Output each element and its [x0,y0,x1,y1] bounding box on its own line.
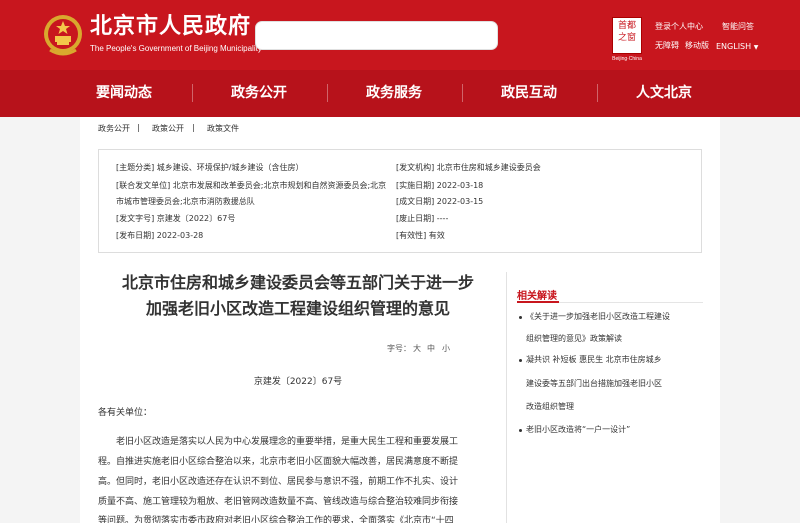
salutation: 各有关单位： [98,408,153,418]
heading-underline [517,301,559,303]
document-title: 北京市住房和城乡建设委员会等五部门关于进一步 加强老旧小区改造工程建设组织管理的… [98,270,498,322]
document-title-line-1: 北京市住房和城乡建设委员会等五部门关于进一步 [121,273,474,292]
nav-item-interaction[interactable]: 政民互动 [501,70,557,117]
nav-item-gov-affairs[interactable]: 政务公开 [231,70,287,117]
mobile-link[interactable]: 移动版 [685,41,709,51]
site-header: 北京市人民政府 The People's Government of Beiji… [0,0,800,70]
capital-window-seal-icon[interactable]: 首都 之窗 [612,17,642,54]
breadcrumb-policy[interactable]: 政策公开 [152,123,184,134]
bullet-icon [519,359,522,362]
nav-divider [597,84,598,102]
related-item-1-line-2[interactable]: 组织管理的意见》政策解读 [526,334,622,344]
site-subtitle: The People's Government of Beijing Munic… [90,44,262,53]
document-number: 京建发〔2022〕67号 [253,377,343,387]
english-label: ENGLISH [716,42,752,51]
meta-topic: [主题分类] 城乡建设、环境保护/城乡建设（含住房） [116,163,304,172]
nav-item-news[interactable]: 要闻动态 [96,70,152,117]
seal-text-2: 之窗 [617,33,636,43]
breadcrumb-separator: | [192,123,195,132]
nav-item-services[interactable]: 政务服务 [366,70,422,117]
meta-publish-date: [发布日期] 2022-03-28 [116,231,204,240]
paragraph-line: 程。自推进实施老旧小区综合整治以来，北京市老旧小区面貌大幅改善，居民满意度不断提 [98,457,459,467]
nav-divider [192,84,193,102]
bullet-icon [519,316,522,319]
meta-joint-issuers-cont: 市城市管理委员会;北京市消防救援总队 [116,197,255,206]
site-title[interactable]: 北京市人民政府 [90,14,251,40]
smart-qa-link[interactable]: 智能问答 [722,22,754,32]
national-emblem-icon[interactable] [42,12,84,58]
bullet-icon [519,429,522,432]
document-title-line-2: 加强老旧小区改造工程建设组织管理的意见 [145,299,450,318]
font-size-small-button[interactable]: 小 [442,343,450,354]
related-item-2-line-3[interactable]: 改造组织管理 [526,402,574,412]
nav-divider [462,84,463,102]
meta-doc-number: [发文字号] 京建发〔2022〕67号 [116,214,236,223]
related-item-1-line-1[interactable]: 《关于进一步加强老旧小区改造工程建设 [526,312,670,322]
related-sidebar: 相关解读 《关于进一步加强老旧小区改造工程建设 组织管理的意见》政策解读 凝共识… [506,272,703,523]
related-item-3[interactable]: 老旧小区改造将“一户一设计” [526,425,630,435]
accessibility-link[interactable]: 无障碍 [655,41,679,51]
english-link[interactable]: ENGLISH ▼ [716,42,758,53]
seal-text-1: 首都 [617,21,636,31]
related-item-2-line-1[interactable]: 凝共识 补短板 惠民生 北京市住房城乡 [526,355,662,365]
font-size-medium-button[interactable]: 中 [427,343,435,354]
paragraph-line: 质量不高、施工管理较为粗放、老旧管网改造数量不高、管线改造与综合整治较难同步衔接 [98,497,459,507]
related-heading: 相关解读 [517,291,557,302]
search-input[interactable] [255,21,498,50]
seal-caption: Beijing·China [612,56,642,62]
meta-validity: [有效性] 有效 [396,231,445,240]
font-size-large-button[interactable]: 大 [413,343,421,354]
nav-divider [327,84,328,102]
meta-issuer: [发文机构] 北京市住房和城乡建设委员会 [396,163,541,172]
meta-created-date: [成文日期] 2022-03-15 [396,197,484,206]
breadcrumb-separator: | [137,123,140,132]
related-item-2-line-2[interactable]: 建设委等五部门出台措施加强老旧小区 [526,379,662,389]
nav-item-culture[interactable]: 人文北京 [636,70,692,117]
font-size-label: 字号： [387,344,411,353]
paragraph-line: 老旧小区改造是落实以人民为中心发展理念的重要举措，是重大民生工程和重要发展工 [116,437,459,447]
breadcrumb-gov-affairs[interactable]: 政务公开 [98,123,130,134]
breadcrumb-policy-docs[interactable]: 政策文件 [207,123,239,134]
main-nav: 要闻动态 政务公开 政务服务 政民互动 人文北京 [0,70,800,117]
meta-joint-issuers: [联合发文单位] 北京市发展和改革委员会;北京市规划和自然资源委员会;北京 [116,181,387,190]
login-link[interactable]: 登录个人中心 [655,22,703,32]
paragraph-line: 高。但同时，老旧小区改造还存在认识不到位、居民参与意识不强，前期工作不扎实、设计 [98,477,459,487]
chevron-down-icon: ▼ [753,44,759,51]
meta-effective-date: [实施日期] 2022-03-18 [396,181,484,190]
paragraph-line: 等问题。为贯彻落实市委市政府对老旧小区综合整治工作的要求，全面落实《北京市“十四 [98,516,454,523]
meta-repeal-date: [废止日期] ---- [396,214,449,223]
